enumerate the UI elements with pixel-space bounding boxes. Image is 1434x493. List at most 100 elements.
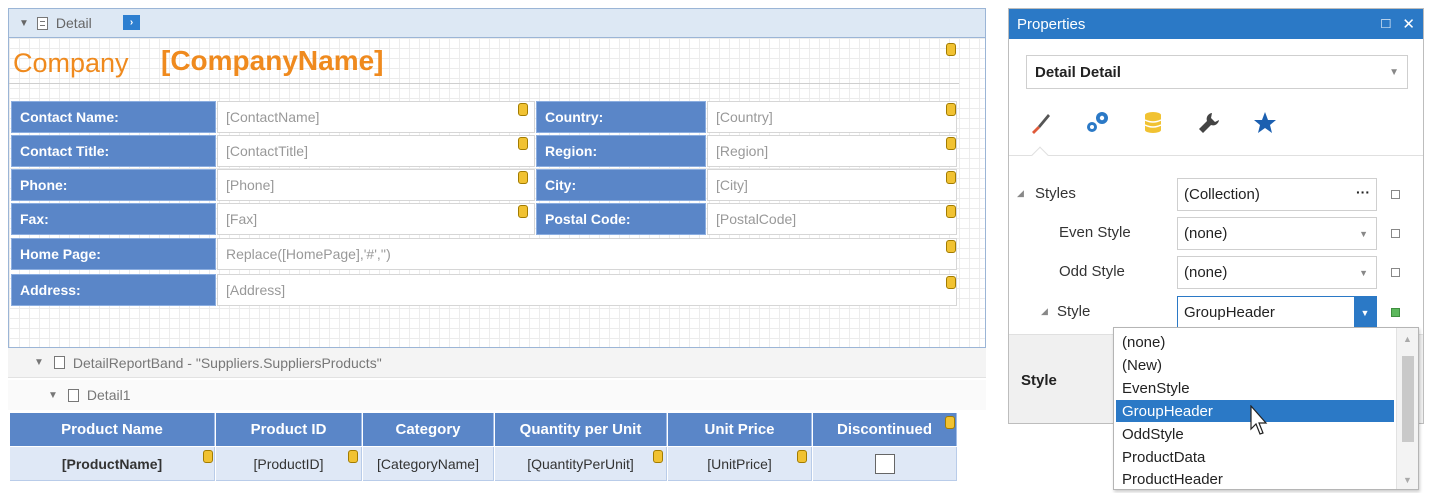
property-value: GroupHeader: [1184, 304, 1275, 321]
address-field[interactable]: [Address]: [217, 274, 957, 306]
table-cell[interactable]: [ProductID]: [216, 447, 362, 481]
scrollbar-thumb[interactable]: [1402, 356, 1414, 442]
table-cell[interactable]: [UnitPrice]: [668, 447, 812, 481]
data-binding-icon[interactable]: [518, 171, 528, 184]
property-name: Even Style: [1059, 224, 1131, 241]
database-icon[interactable]: [1139, 109, 1167, 137]
tabs-divider: [1009, 155, 1423, 156]
report-designer-surface[interactable]: ▼ Detail › Company [CompanyName] Contact…: [0, 0, 990, 493]
table-header-cell[interactable]: Category: [363, 413, 494, 446]
data-binding-icon[interactable]: [518, 103, 528, 116]
brush-icon[interactable]: [1027, 109, 1055, 137]
collapse-caret-icon[interactable]: ▼: [48, 390, 58, 401]
table-cell[interactable]: [CategoryName]: [363, 447, 494, 481]
data-binding-icon[interactable]: [945, 416, 955, 429]
dropdown-option[interactable]: (none): [1116, 331, 1394, 353]
detail1-band-header[interactable]: ▼ Detail1: [8, 380, 986, 410]
phone-field[interactable]: [Phone]: [217, 169, 535, 201]
properties-tabs: [1027, 109, 1279, 137]
data-binding-icon[interactable]: [653, 450, 663, 463]
data-binding-icon[interactable]: [946, 205, 956, 218]
property-row-odd-style[interactable]: Odd Style (none) ▼: [1009, 253, 1423, 292]
table-header-cell[interactable]: Product Name: [10, 413, 215, 446]
collapse-caret-icon[interactable]: ▼: [19, 18, 29, 29]
contact-title-label[interactable]: Contact Title:: [11, 135, 216, 167]
data-binding-icon[interactable]: [946, 137, 956, 150]
fax-label[interactable]: Fax:: [11, 203, 216, 235]
data-binding-icon[interactable]: [946, 240, 956, 253]
data-binding-icon[interactable]: [946, 171, 956, 184]
detail-band-surface[interactable]: Company [CompanyName] Contact Name: [Con…: [8, 38, 986, 348]
property-value: (none): [1184, 225, 1228, 242]
data-binding-icon[interactable]: [797, 450, 807, 463]
object-selector[interactable]: Detail Detail ▼: [1026, 55, 1408, 89]
postal-code-label[interactable]: Postal Code:: [536, 203, 706, 235]
chevron-down-icon[interactable]: ▼: [1389, 67, 1399, 78]
data-binding-icon[interactable]: [946, 43, 956, 56]
postal-code-field[interactable]: [PostalCode]: [707, 203, 957, 235]
city-field[interactable]: [City]: [707, 169, 957, 201]
dropdown-option[interactable]: EvenStyle: [1116, 377, 1394, 399]
detail-band-header[interactable]: ▼ Detail ›: [8, 8, 986, 38]
country-field[interactable]: [Country]: [707, 101, 957, 133]
table-header-cell[interactable]: Unit Price: [668, 413, 812, 446]
home-page-field[interactable]: Replace([HomePage],'#',''): [217, 238, 957, 270]
phone-label[interactable]: Phone:: [11, 169, 216, 201]
contact-name-label[interactable]: Contact Name:: [11, 101, 216, 133]
table-header-cell[interactable]: Quantity per Unit: [495, 413, 667, 446]
chevron-down-icon[interactable]: ▼: [1359, 268, 1368, 278]
region-label[interactable]: Region:: [536, 135, 706, 167]
band-icon: [67, 388, 79, 402]
property-row-styles[interactable]: ◢ Styles (Collection) ···: [1009, 175, 1423, 214]
dropdown-scrollbar[interactable]: ▲ ▼: [1396, 328, 1418, 489]
dropdown-option[interactable]: ProductData: [1116, 446, 1394, 468]
property-name: Styles: [1035, 185, 1076, 202]
scroll-down-icon[interactable]: ▼: [1403, 475, 1412, 485]
fax-field[interactable]: [Fax]: [217, 203, 535, 235]
collapse-caret-icon[interactable]: ▼: [34, 357, 44, 368]
company-name-field[interactable]: [CompanyName]: [161, 45, 383, 77]
expand-triangle-icon[interactable]: ◢: [1017, 188, 1024, 199]
data-binding-icon[interactable]: [203, 450, 213, 463]
styles-collection-editor[interactable]: (Collection) ···: [1177, 178, 1377, 211]
property-row-even-style[interactable]: Even Style (none) ▼: [1009, 214, 1423, 253]
close-icon[interactable]: ✕: [1402, 15, 1415, 33]
region-field[interactable]: [Region]: [707, 135, 957, 167]
data-binding-icon[interactable]: [518, 137, 528, 150]
chevron-down-icon[interactable]: ▼: [1359, 229, 1368, 239]
checkbox-icon[interactable]: [874, 453, 895, 474]
table-cell[interactable]: [QuantityPerUnit]: [495, 447, 667, 481]
scroll-up-icon[interactable]: ▲: [1403, 334, 1412, 344]
data-binding-icon[interactable]: [946, 276, 956, 289]
smart-tag-icon[interactable]: ›: [123, 15, 140, 30]
dropdown-option[interactable]: (New): [1116, 354, 1394, 376]
property-marker: [1391, 308, 1400, 317]
star-icon[interactable]: [1251, 109, 1279, 137]
country-label[interactable]: Country:: [536, 101, 706, 133]
maximize-icon[interactable]: □: [1381, 15, 1390, 33]
expand-triangle-icon[interactable]: ◢: [1041, 306, 1048, 317]
address-label[interactable]: Address:: [11, 274, 216, 306]
detail1-band-title: Detail1: [86, 387, 131, 403]
data-binding-icon[interactable]: [946, 103, 956, 116]
home-page-label[interactable]: Home Page:: [11, 238, 216, 270]
even-style-select[interactable]: (none) ▼: [1177, 217, 1377, 250]
chevron-down-icon[interactable]: ▼: [1354, 297, 1376, 328]
odd-style-select[interactable]: (none) ▼: [1177, 256, 1377, 289]
contact-name-field[interactable]: [ContactName]: [217, 101, 535, 133]
data-binding-icon[interactable]: [518, 205, 528, 218]
ellipsis-button[interactable]: ···: [1356, 184, 1370, 200]
contact-title-field[interactable]: [ContactTitle]: [217, 135, 535, 167]
table-cell-checkbox[interactable]: [813, 447, 957, 481]
company-label[interactable]: Company: [13, 48, 129, 79]
dropdown-option[interactable]: ProductHeader: [1116, 468, 1394, 490]
table-header-cell[interactable]: Product ID: [216, 413, 362, 446]
table-header-cell[interactable]: Discontinued: [813, 413, 957, 446]
detail-report-band-header[interactable]: ▼ DetailReportBand - "Suppliers.Supplier…: [8, 348, 986, 378]
gears-icon[interactable]: [1083, 109, 1111, 137]
wrench-icon[interactable]: [1195, 109, 1223, 137]
city-label[interactable]: City:: [536, 169, 706, 201]
data-binding-icon[interactable]: [348, 450, 358, 463]
style-select[interactable]: GroupHeader ▼: [1177, 296, 1377, 329]
table-cell[interactable]: [ProductName]: [10, 447, 215, 481]
